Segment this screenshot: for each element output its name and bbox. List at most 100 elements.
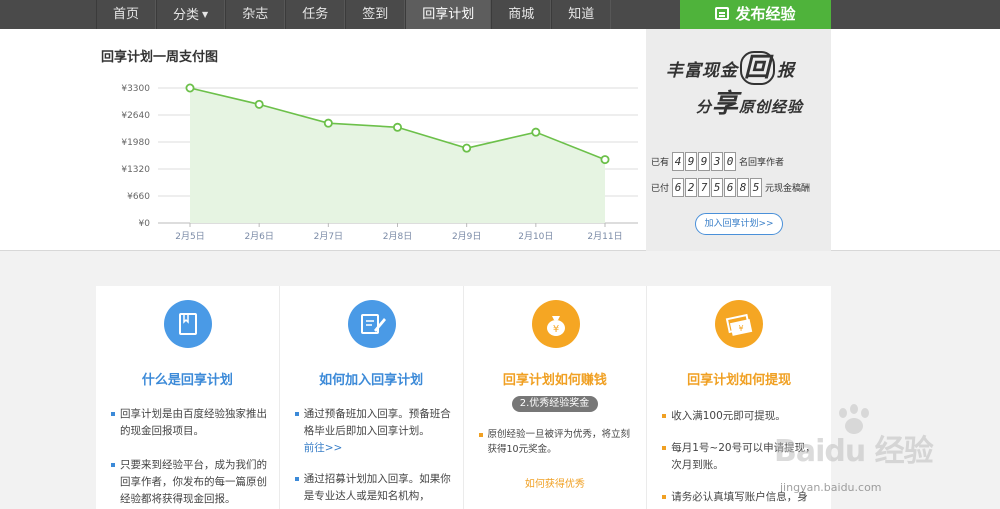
x-tick-label: 2月10日 xyxy=(518,231,553,242)
y-tick-label: ¥660 xyxy=(127,192,150,202)
nav-label: 回享计划 xyxy=(422,7,475,22)
bullet-text: 回享计划是由百度经验独家推出的现金回报项目。 xyxy=(120,408,267,437)
author-count-row: 已有 49930 名回享作者 xyxy=(651,152,784,171)
weekly-payment-chart: ¥0 ¥660 ¥1320 ¥1980 ¥2640 ¥3300 2月5日 2月6日 2月7日 2月… xyxy=(121,83,638,242)
slogan-text: 报 xyxy=(777,61,796,81)
author-count-prefix: 已有 xyxy=(651,158,670,168)
x-tick-label: 2月8日 xyxy=(383,231,412,242)
nav-item-category[interactable]: 分类 ▼ xyxy=(156,0,226,29)
y-tick-label: ¥1320 xyxy=(121,165,150,175)
money-bag-icon: ¥ xyxy=(531,300,580,348)
publish-label: 发布经验 xyxy=(735,5,796,23)
chevron-down-icon: ▼ xyxy=(202,10,209,19)
card-bullet: 通过预备班加入回享。预备班合格毕业后即加入回享计划。前往>> xyxy=(294,406,455,457)
publish-experience-button[interactable]: 发布经验 xyxy=(680,0,831,29)
card-bullet: 只要来到经验平台，成为我们的回享作者，你发布的每一篇原创经验都将获得现金回报。 xyxy=(111,457,271,508)
card-how-to-join: 如何加入回享计划 通过预备班加入回享。预备班合格毕业后即加入回享计划。 前往>> … xyxy=(280,286,464,509)
author-digit: 9 xyxy=(698,152,711,171)
paid-digit: 6 xyxy=(724,178,737,197)
paid-amount-row: 已付 6275685 元现金稿酬 xyxy=(651,178,810,197)
bullet-text: 只要来到经验平台，成为我们的回享作者，你发布的每一篇原创经验都将获得现金回报。 xyxy=(120,459,267,505)
author-digit: 0 xyxy=(724,152,737,171)
paid-digit: 5 xyxy=(750,178,763,197)
y-tick-label: ¥3300 xyxy=(121,84,150,94)
paid-digit: 7 xyxy=(698,178,711,197)
edit-icon xyxy=(715,7,730,20)
nav-label: 知道 xyxy=(568,7,595,22)
card-bullet: 回享计划是由百度经验独家推出的现金回报项目。 xyxy=(111,406,271,440)
author-count-digits: 49930 xyxy=(672,152,737,171)
y-tick-label: ¥0 xyxy=(139,219,151,229)
nav-item-mall[interactable]: 商城 xyxy=(491,0,552,29)
data-point xyxy=(185,83,195,93)
card-what-is-plan: 什么是回享计划 回享计划是由百度经验独家推出的现金回报项目。 只要来到经验平台，… xyxy=(96,286,280,509)
paid-digit: 5 xyxy=(711,178,724,197)
data-point xyxy=(323,118,333,128)
chart-title: 回享计划一周支付图 xyxy=(101,50,219,65)
card-title: 如何加入回享计划 xyxy=(319,373,424,388)
x-tick-label: 2月11日 xyxy=(587,231,622,242)
y-tick-label: ¥1980 xyxy=(121,138,150,148)
author-digit: 4 xyxy=(672,152,685,171)
share-plan-banner: 丰富现金回报 分享原创经验 已有 49930 名回享作者 已付 6275685 … xyxy=(646,29,831,251)
card-how-to-earn: ¥ 回享计划如何赚钱 2.优秀经验奖金 原创经验一旦被评为优秀，将立刻获得10元… xyxy=(464,286,648,509)
cash-icon: ¥ xyxy=(715,300,764,348)
card-title: 回享计划如何赚钱 xyxy=(502,373,607,388)
nav-item-home[interactable]: 首页 xyxy=(96,0,157,29)
bullet-text: 通过招募计划加入回享。如果你是专业达人或是知名机构， xyxy=(303,473,451,502)
author-count-suffix: 名回享作者 xyxy=(739,158,785,168)
bullet-text: 通过预备班加入回享。预备班合格毕业后即加入回享计划。 xyxy=(303,408,451,437)
x-tick-label: 2月7日 xyxy=(314,231,343,242)
paid-digit: 6 xyxy=(672,178,685,197)
nav-label: 分类 xyxy=(173,8,200,23)
banner-slogan-line2: 分享原创经验 xyxy=(696,83,803,120)
slogan-emphasis: 享 xyxy=(712,89,740,119)
data-point xyxy=(531,127,541,137)
excellent-bonus-badge: 2.优秀经验奖金 xyxy=(511,396,598,412)
data-point xyxy=(254,99,264,109)
author-digit: 3 xyxy=(711,152,724,171)
watermark-text: Baidu 经验 xyxy=(774,434,934,469)
nav-item-magazine[interactable]: 杂志 xyxy=(225,0,286,29)
nav-label: 杂志 xyxy=(242,7,269,22)
paid-digit: 8 xyxy=(737,178,750,197)
nav-right-bar xyxy=(831,0,1000,29)
nav-item-tasks[interactable]: 任务 xyxy=(285,0,346,29)
goto-link[interactable]: 前往>> xyxy=(295,440,455,457)
data-point xyxy=(392,122,402,132)
slogan-text: 丰富现金 xyxy=(666,61,738,81)
svg-text:¥: ¥ xyxy=(552,324,558,335)
svg-text:¥: ¥ xyxy=(739,324,744,333)
x-tick-label: 2月9日 xyxy=(452,231,481,242)
book-icon xyxy=(164,300,212,348)
slogan-text: 分 xyxy=(696,98,713,116)
banner-slogan-line1: 丰富现金回报 xyxy=(666,47,796,85)
baidu-watermark: Baidu 经验 jingyan.baidu.com xyxy=(770,404,1000,509)
paid-amount-suffix: 元现金稿酬 xyxy=(765,184,811,194)
author-digit: 9 xyxy=(685,152,698,171)
nav-label: 商城 xyxy=(508,7,535,22)
paid-amount-prefix: 已付 xyxy=(651,184,670,194)
card-title: 什么是回享计划 xyxy=(141,373,233,388)
x-tick-label: 2月6日 xyxy=(244,231,273,242)
watermark-url: jingyan.baidu.com xyxy=(780,481,882,494)
data-point xyxy=(600,155,610,165)
nav-label: 首页 xyxy=(113,7,140,22)
nav-menu: 首页 分类 ▼ 杂志 任务 签到 回享计划 商城 知道 xyxy=(96,0,612,29)
area-fill xyxy=(190,88,605,223)
nav-item-zhidao[interactable]: 知道 xyxy=(551,0,612,29)
nav-item-checkin[interactable]: 签到 xyxy=(345,0,406,29)
nav-label: 签到 xyxy=(362,7,389,22)
nav-item-share-plan[interactable]: 回享计划 xyxy=(405,0,492,29)
slogan-emphasis: 回 xyxy=(740,51,776,85)
join-share-plan-button[interactable]: 加入回享计划>> xyxy=(695,213,783,235)
slogan-text: 原创经验 xyxy=(739,98,804,116)
nav-label: 任务 xyxy=(302,7,329,22)
how-to-get-excellent-link[interactable]: 如何获得优秀 xyxy=(464,475,647,490)
card-bullet: 原创经验一旦被评为优秀，将立刻获得10元奖金。 xyxy=(478,427,639,457)
data-point xyxy=(462,143,472,153)
bullet-text: 原创经验一旦被评为优秀，将立刻获得10元奖金。 xyxy=(487,429,631,455)
info-cards: 什么是回享计划 回享计划是由百度经验独家推出的现金回报项目。 只要来到经验平台，… xyxy=(96,286,831,509)
x-tick-label: 2月5日 xyxy=(175,231,204,242)
top-nav: 首页 分类 ▼ 杂志 任务 签到 回享计划 商城 知道 发布经验 xyxy=(0,0,1000,29)
